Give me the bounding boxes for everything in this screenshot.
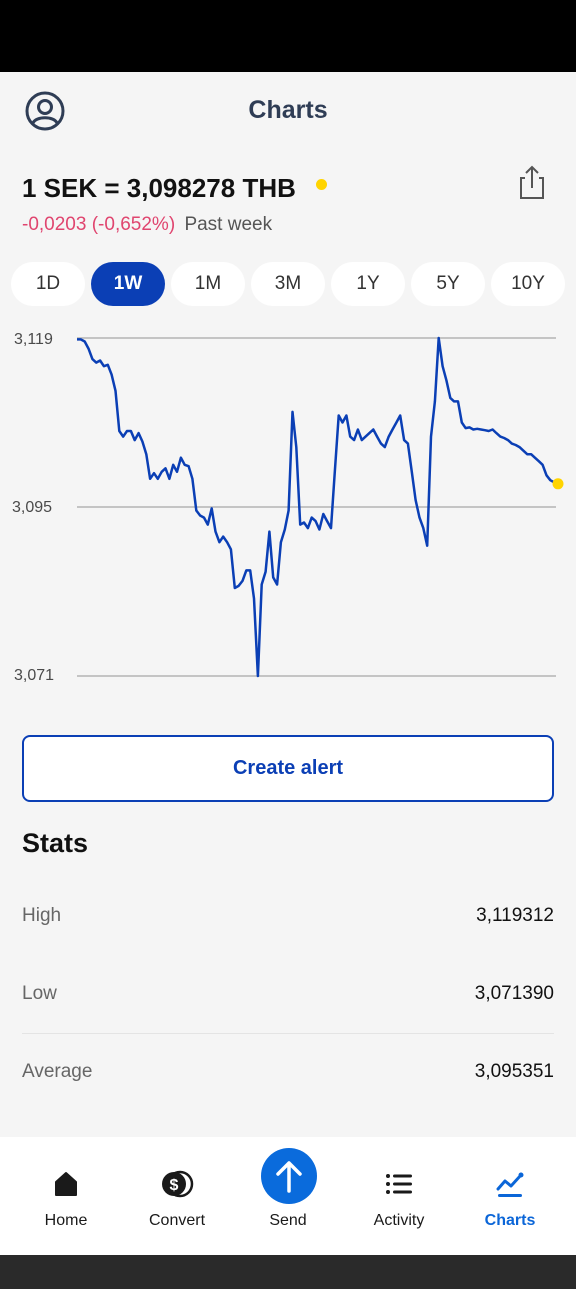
stats-title: Stats <box>22 828 89 858</box>
app-header: Charts <box>0 72 576 148</box>
stat-row-low: Low 3,071390 <box>22 955 554 1033</box>
share-button[interactable] <box>516 164 548 200</box>
period-tab-10y[interactable]: 10Y <box>491 262 565 306</box>
period-tab-1y[interactable]: 1Y <box>331 262 405 306</box>
page-title: Charts <box>248 96 328 124</box>
last-point-marker <box>552 478 564 490</box>
period-tab-1d[interactable]: 1D <box>11 262 85 306</box>
period-tab-3m[interactable]: 3M <box>251 262 325 306</box>
svg-text:$: $ <box>170 1177 179 1194</box>
stat-value: 3,119312 <box>476 905 554 926</box>
home-icon <box>55 1172 77 1196</box>
bottom-nav: Home $ Convert Send Activity Charts <box>0 1137 576 1255</box>
period-tab-1w[interactable]: 1W <box>91 262 165 306</box>
stat-value: 3,071390 <box>474 983 554 1004</box>
stat-row-high: High 3,119312 <box>22 877 554 955</box>
rate-chart-svg: 3,119 3,095 3,071 <box>12 331 564 684</box>
nav-label: Home <box>44 1212 88 1229</box>
chart-line-icon <box>496 1172 524 1197</box>
period-selector: 1D 1W 1M 3M 1Y 5Y 10Y <box>11 262 565 306</box>
send-button <box>261 1148 317 1204</box>
nav-label: Charts <box>484 1212 536 1229</box>
stat-label: High <box>22 905 62 926</box>
list-icon <box>386 1174 412 1194</box>
system-nav-bar <box>0 1255 576 1289</box>
rate-row: 1 SEK = 3,098278 THB <box>22 170 327 206</box>
y-tick-label: 3,095 <box>12 499 52 516</box>
nav-item-home[interactable]: Home <box>11 1137 121 1255</box>
period-tab-5y[interactable]: 5Y <box>411 262 485 306</box>
exchange-rate: 1 SEK = 3,098278 THB <box>22 172 296 203</box>
stat-value: 3,095351 <box>474 1061 554 1082</box>
period-tab-1m[interactable]: 1M <box>171 262 245 306</box>
nav-label: Send <box>269 1212 307 1229</box>
rate-chart[interactable]: 3,119 3,095 3,071 <box>0 320 576 700</box>
nav-item-activity[interactable]: Activity <box>344 1137 454 1255</box>
nav-item-charts[interactable]: Charts <box>455 1137 565 1255</box>
create-alert-button[interactable]: Create alert <box>22 735 554 802</box>
share-icon <box>520 165 544 199</box>
stat-label: Average <box>22 1061 93 1082</box>
arrow-up-icon <box>276 1161 302 1193</box>
live-indicator-dot <box>315 178 327 190</box>
currency-coins-icon: $ <box>162 1170 194 1198</box>
stat-label: Low <box>22 983 57 1004</box>
y-tick-label: 3,119 <box>14 331 53 348</box>
nav-label: Convert <box>148 1212 206 1229</box>
y-tick-label: 3,071 <box>14 667 54 684</box>
nav-label: Activity <box>373 1212 425 1229</box>
nav-item-send[interactable]: Send <box>233 1137 343 1255</box>
rate-change: -0,0203 (-0,652%) Past week <box>22 214 272 236</box>
nav-item-convert[interactable]: $ Convert <box>122 1137 232 1255</box>
stat-row-average: Average 3,095351 <box>22 1033 554 1111</box>
change-value: -0,0203 (-0,652%) <box>22 214 176 235</box>
change-period: Past week <box>184 214 273 235</box>
status-bar <box>0 0 576 72</box>
